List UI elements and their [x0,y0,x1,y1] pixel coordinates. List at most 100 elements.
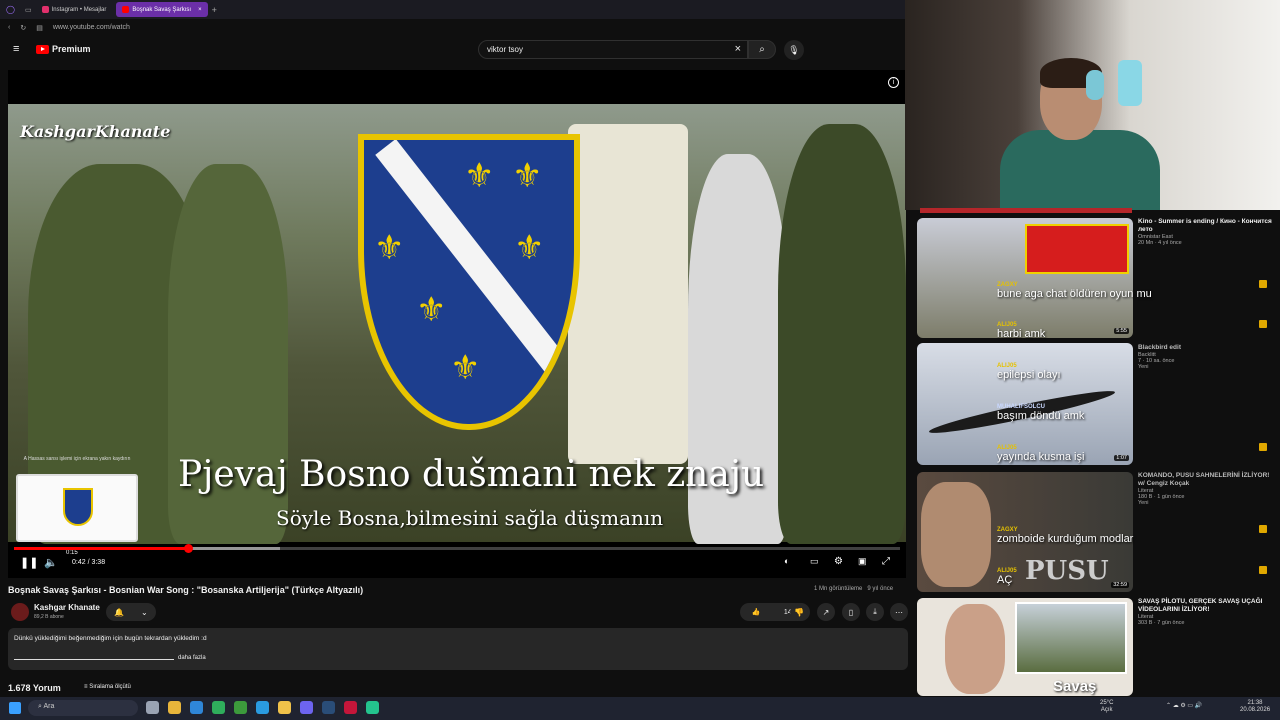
subscriber-count: 89,2 B abone [34,614,64,620]
chat-text: AÇ [997,574,1013,586]
more-actions-button[interactable]: ⋯ [890,603,908,621]
search-input[interactable]: viktor tsoy × [478,40,748,59]
save-button[interactable]: ▯ [842,603,860,621]
back-icon[interactable]: ‹ [8,24,10,31]
channel-name[interactable]: Kashgar Khanate [34,603,100,612]
progress-bar[interactable] [14,544,900,553]
edge-icon[interactable] [256,701,269,714]
video-title: Boşnak Savaş Şarkısı - Bosnian War Song … [8,585,364,595]
channel-avatar[interactable] [11,603,29,621]
discord-icon[interactable] [300,701,313,714]
upload-age: 9 yıl önce [867,586,894,592]
search-icon: ⌕ [38,703,42,710]
chat-badge-icon [1259,525,1267,533]
microphone-icon: 🎙 [788,44,800,55]
close-tab-icon[interactable]: × [198,7,202,13]
recommendation-thumbnail[interactable]: 5:55 [917,218,1133,338]
recommendation-info[interactable]: KOMANDO, PUSU SAHNELERİNİ İZLİYOR! w/ Ce… [1138,472,1276,506]
clear-search-icon[interactable]: × [735,43,741,55]
chat-badge-icon [1259,566,1267,574]
reload-icon[interactable]: ↻ [20,24,26,32]
folder-icon[interactable] [278,701,291,714]
browser-tab-bar: ◯ ▭ Instagram • Mesajlar Boşnak Savaş Şa… [0,0,905,19]
new-tab-icon[interactable]: + [212,5,217,15]
seek-preview-time: 0:15 [66,550,78,556]
video-player[interactable]: i ⚜ ⚜ ⚜ ⚜ ⚜ ⚜ KashgarKhanate Pjevaj Bosn… [8,70,906,578]
chat-message: ZAGXY bune aga chat öldüren oyun mu [997,282,1152,300]
youtube-icon [122,6,130,13]
tab-instagram[interactable]: Instagram • Mesajlar [36,2,113,17]
chat-badge-icon [1259,280,1267,288]
weather-widget[interactable]: 25°C Açık [1100,700,1113,714]
steam-icon[interactable] [322,701,335,714]
weather-desc: Açık [1100,707,1113,713]
chat-text: yayında kusma işi [997,451,1085,463]
url-text[interactable]: www.youtube.com/watch [53,24,130,31]
pause-button[interactable]: ❚❚ [20,556,38,569]
weather-temp: 25°C [1100,700,1114,706]
browser-logo-icon[interactable]: ◯ [6,5,15,14]
recommendation-info[interactable]: Blackbird edit Backlitt 7 · 10 sa. önce … [1138,344,1276,370]
chat-message: ALIJ05 yayında kusma işi [997,445,1084,463]
site-info-icon[interactable]: ▤ [36,24,43,32]
chat-message: ZAGXY zomboide kurduğum modlar [997,527,1133,545]
subscribed-bell-button[interactable]: 🔔 ⌄ [106,603,156,621]
volume-icon[interactable]: 🔈 [44,556,58,569]
system-tray-icons[interactable]: ⌃ ☁ ⚙ ▭ 🔊 [1166,703,1202,710]
vscode-icon[interactable] [190,701,203,714]
sheets-icon[interactable] [212,701,225,714]
explorer-icon[interactable] [168,701,181,714]
sort-comments-button[interactable]: ≡ Sıralama ölçütü [84,684,131,690]
share-button[interactable]: ↗ [817,603,835,621]
tab-youtube[interactable]: Boşnak Savaş Şarkısı × [116,2,208,17]
description-text: Dünkü yüklediğimi beğenmediğim için bugü… [14,635,207,642]
video-frame[interactable]: ⚜ ⚜ ⚜ ⚜ ⚜ ⚜ KashgarKhanate Pjevaj Bosno … [8,104,906,556]
soldier-figure [778,124,906,544]
youtube-play-icon [36,44,49,54]
clock[interactable]: 21:38 20.08.2026 [1240,700,1270,714]
start-icon[interactable] [9,702,21,714]
voice-search-button[interactable]: 🎙 [784,40,804,60]
chat-text: zomboide kurduğum modlar [997,533,1134,545]
info-icon[interactable]: i [888,77,899,88]
recommendation-thumbnail[interactable]: Savaş [917,598,1133,696]
subtitle-line-1: Pjevaj Bosno dušmani nek znaju [178,454,765,495]
thumbs-down-icon: 👎 [794,607,804,617]
description-more-link[interactable]: daha fazla [178,655,206,661]
download-button[interactable]: ⤓ [866,603,884,621]
recommendation-info[interactable]: Kino - Summer is ending / Кино - Кончитс… [1138,218,1276,246]
chat-text: epilepsi olayı [997,369,1061,381]
window-icon[interactable]: ▭ [25,6,32,14]
new-badge: Yeni [1138,364,1149,370]
scrubber-knob[interactable] [183,544,193,553]
settings-gear-icon[interactable]: ⚙ [834,556,843,567]
menu-icon[interactable]: ≡ [13,43,19,55]
recommendation-meta: 303 B · 7 gün önce [1138,620,1185,626]
youtube-logo[interactable]: Premium [36,44,91,54]
app-icon[interactable] [366,701,379,714]
subtitles-button[interactable]: ▭ [810,556,819,567]
autoplay-toggle[interactable]: ◐ [784,556,789,566]
search-button[interactable]: ⌕ [748,40,776,59]
recommendation-title: Blackbird edit [1138,344,1181,351]
chat-badge-icon [1259,443,1267,451]
address-bar: ‹ ↻ ▤ www.youtube.com/watch [0,19,905,36]
task-view-icon[interactable] [146,701,159,714]
tab-label: Boşnak Savaş Şarkısı [132,6,192,13]
chat-message: ALIJ05 epilepsi olayı [997,363,1061,381]
taskbar-search[interactable]: ⌕ Ara [28,700,138,716]
chat-text: bune aga chat öldüren oyun mu [997,288,1152,300]
bosnia-coat-of-arms: ⚜ ⚜ ⚜ ⚜ ⚜ ⚜ [358,134,580,430]
recommendation-info[interactable]: SAVAŞ PİLOTU, GERÇEK SAVAŞ UÇAĞI VİDEOLA… [1138,598,1276,626]
opera-icon[interactable] [344,701,357,714]
fullscreen-icon[interactable]: ⤢ [882,556,890,567]
xbox-icon[interactable] [234,701,247,714]
dislike-button[interactable]: 👎 [790,603,808,621]
miniplayer-icon[interactable]: ▣ [858,556,867,567]
tab-label: Instagram • Mesajlar [51,6,107,13]
video-duration: 1:07 [1114,455,1129,461]
clock-date: 20.08.2026 [1240,707,1271,713]
more-icon: ⋯ [895,607,903,617]
download-icon: ⤓ [873,607,877,616]
video-meta: 1 Mn görüntüleme 9 yıl önce [814,586,893,592]
